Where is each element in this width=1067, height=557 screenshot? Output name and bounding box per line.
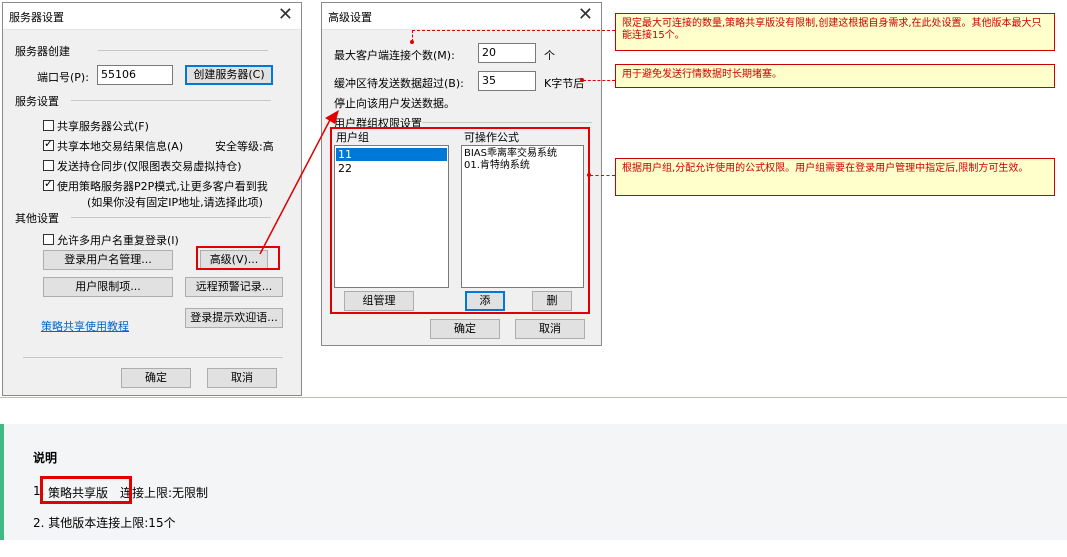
- note-group-permissions: 根据用户组,分配允许使用的公式权限。用户组需要在登录用户管理中指定后,限制方可生…: [615, 158, 1055, 196]
- max-clients-unit: 个: [544, 49, 555, 62]
- highlight-group-permissions: [330, 127, 590, 314]
- close-icon[interactable]: ✕: [278, 5, 293, 25]
- divider: [23, 357, 283, 358]
- share-formula-checkbox[interactable]: [43, 120, 54, 131]
- max-clients-input[interactable]: 20: [478, 43, 536, 63]
- allow-dup-login-label: 允许多用户名重复登录(I): [57, 234, 179, 247]
- remote-alert-button[interactable]: 远程预警记录...: [185, 277, 283, 297]
- section-other-settings: 其他设置: [15, 212, 59, 225]
- section-service-settings: 服务设置: [15, 95, 59, 108]
- buffer-suffix: 停止向该用户发送数据。: [334, 97, 455, 110]
- p2p-mode-note: (如果你没有固定IP地址,请选择此项): [87, 196, 263, 209]
- user-limit-button[interactable]: 用户限制项...: [43, 277, 173, 297]
- close-icon[interactable]: ✕: [578, 5, 593, 25]
- buffer-unit: K字节后: [544, 77, 585, 90]
- tutorial-link[interactable]: 策略共享使用教程: [41, 318, 129, 334]
- arrow-icon: [259, 110, 339, 255]
- advanced-ok-button[interactable]: 确定: [430, 319, 500, 339]
- panel-accent-bar: [0, 424, 4, 540]
- max-clients-label: 最大客户端连接个数(M):: [334, 49, 455, 62]
- connector-dot: [410, 40, 414, 44]
- port-input[interactable]: 55106: [97, 65, 173, 85]
- note-max-connections: 限定最大可连接的数量,策略共享版没有限制,创建这根据自身需求,在此处设置。其他版…: [615, 13, 1055, 51]
- server-ok-button[interactable]: 确定: [121, 368, 191, 388]
- section-server-create: 服务器创建: [15, 45, 70, 58]
- buffer-input[interactable]: 35: [478, 71, 536, 91]
- explanation-item-2: 2. 其他版本连接上限:15个: [33, 516, 176, 530]
- advanced-dialog-title: 高级设置: [328, 11, 372, 24]
- advanced-dialog-titlebar: 高级设置 ✕: [322, 3, 601, 30]
- p2p-mode-checkbox[interactable]: [43, 177, 54, 191]
- create-server-button[interactable]: 创建服务器(C): [185, 65, 273, 85]
- connector-dot: [580, 78, 584, 82]
- share-formula-label: 共享服务器公式(F): [57, 120, 149, 133]
- server-dialog-titlebar: 服务器设置 ✕: [3, 3, 301, 30]
- divider: [422, 122, 592, 123]
- allow-dup-login-checkbox[interactable]: [43, 234, 54, 245]
- sync-position-label: 发送持仓同步(仅限图表交易虚拟持仓): [57, 160, 242, 173]
- highlight-strategy-share: [40, 476, 132, 504]
- divider: [98, 50, 268, 51]
- p2p-mode-label: 使用策略服务器P2P模式,让更多客户看到我: [57, 180, 268, 193]
- share-local-label: 共享本地交易结果信息(A): [57, 140, 184, 153]
- sync-position-checkbox[interactable]: [43, 160, 54, 171]
- connector-line: [590, 175, 615, 176]
- divider: [71, 217, 271, 218]
- divider: [71, 100, 271, 101]
- explanation-item-1-text: 连接上限:无限制: [120, 486, 209, 500]
- explanation-panel: 说明 1. 策略共享版 连接上限:无限制 2. 其他版本连接上限:15个: [0, 424, 1067, 540]
- note-buffer: 用于避免发送行情数据时长期堵塞。: [615, 64, 1055, 88]
- advanced-cancel-button[interactable]: 取消: [515, 319, 585, 339]
- share-local-checkbox[interactable]: [43, 137, 54, 151]
- server-dialog-title: 服务器设置: [9, 11, 64, 24]
- buffer-label: 缓冲区待发送数据超过(B):: [334, 77, 464, 90]
- connector-dot: [587, 173, 591, 177]
- server-cancel-button[interactable]: 取消: [207, 368, 277, 388]
- explanation-title: 说明: [33, 451, 58, 465]
- connector-line: [583, 80, 615, 81]
- login-user-mgmt-button[interactable]: 登录用户名管理...: [43, 250, 173, 270]
- port-label: 端口号(P):: [37, 71, 89, 84]
- connector-line: [412, 30, 615, 31]
- login-welcome-button[interactable]: 登录提示欢迎语...: [185, 308, 283, 328]
